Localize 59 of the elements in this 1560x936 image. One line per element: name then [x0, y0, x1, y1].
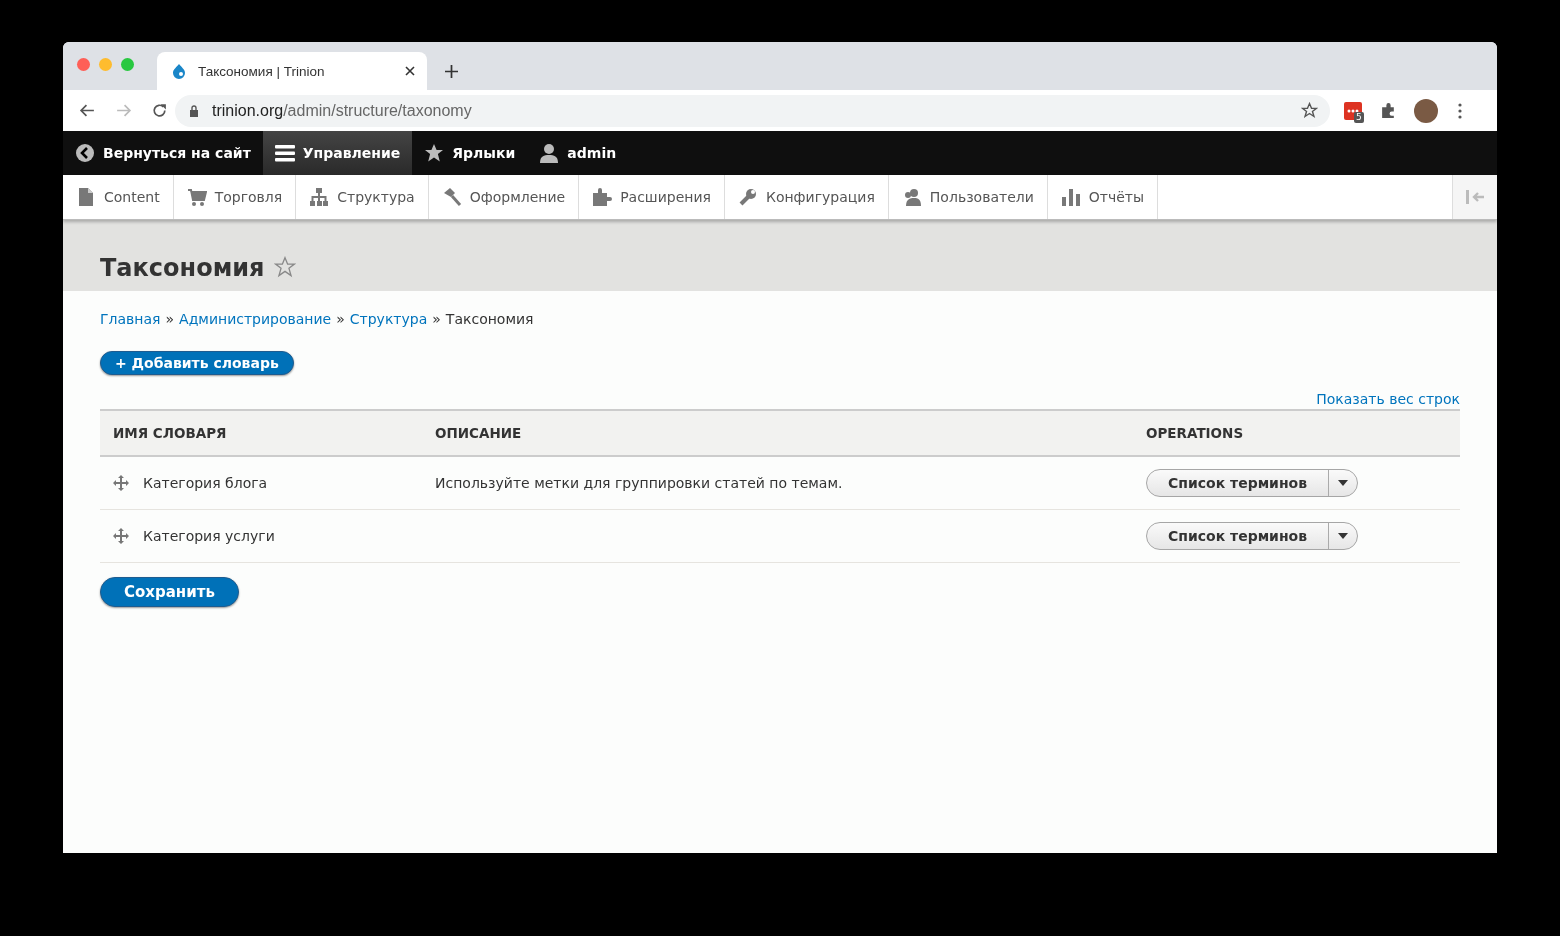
breadcrumb-link[interactable]: Главная: [100, 311, 161, 327]
bookmark-star-icon[interactable]: [1301, 102, 1318, 119]
tray-menu-item[interactable]: Отчёты: [1047, 175, 1159, 219]
hierarchy-icon: [309, 187, 330, 207]
toolbar-item[interactable]: Управление: [262, 131, 413, 175]
back-arrow-icon[interactable]: [79, 102, 96, 119]
drag-handle-icon[interactable]: [113, 475, 129, 491]
menu-icon: [274, 143, 295, 163]
tray-menu-item[interactable]: Расширения: [579, 175, 725, 219]
extension-icon[interactable]: 5: [1344, 101, 1362, 120]
avatar-circle[interactable]: [1414, 98, 1438, 123]
cart-icon: [186, 187, 207, 207]
drag-handle-icon[interactable]: [113, 528, 129, 544]
toolbar-item[interactable]: admin: [527, 131, 629, 175]
breadcrumb-separator: »: [336, 311, 345, 327]
table-cell: Используйте метки для группировки статей по темам.: [435, 475, 843, 491]
tray-menu-item[interactable]: Конфигурация: [724, 175, 889, 219]
tray-menu-item[interactable]: Content: [63, 175, 174, 219]
address-field[interactable]: trinion.org/admin/structure/taxonomy: [175, 94, 1330, 127]
puzzle-piece-icon[interactable]: [1380, 102, 1397, 119]
lock-icon: [189, 104, 199, 117]
toolbar-item[interactable]: Вернуться на сайт: [63, 131, 263, 175]
save-button[interactable]: Сохранить: [100, 577, 239, 607]
extension-badge: 5: [1354, 111, 1364, 123]
star-icon: [424, 143, 445, 163]
caret-icon: [1338, 480, 1349, 486]
show-row-weights-link[interactable]: Показать вес строк: [1316, 391, 1460, 407]
vocabulary-name: Категория блога: [143, 475, 268, 491]
breadcrumb-separator: »: [165, 311, 175, 327]
tray-menu-item[interactable]: Структура: [296, 175, 429, 219]
drop-logo-icon: [171, 63, 187, 79]
url-text: trinion.org/admin/structure/taxonomy: [212, 101, 473, 120]
wrench-icon: [737, 187, 758, 207]
chevron-left-icon: [75, 143, 95, 163]
caret-icon: [1338, 533, 1349, 539]
new-tab-icon[interactable]: [445, 65, 458, 78]
user-icon: [539, 143, 560, 163]
column-header: ИМЯ СЛОВАРЯ: [112, 425, 228, 441]
toolbar-item[interactable]: Ярлыки: [412, 131, 528, 175]
column-header: ОПИСАНИЕ: [434, 425, 523, 441]
breadcrumb-link[interactable]: Администрирование: [179, 311, 332, 327]
vocabulary-name: Категория услуги: [143, 528, 275, 544]
bar-chart-icon: [1060, 187, 1081, 207]
document-icon: [76, 187, 96, 207]
breadcrumb-separator: »: [432, 311, 441, 327]
close-icon[interactable]: [405, 66, 415, 76]
star-icon[interactable]: [274, 256, 297, 278]
browser-tab[interactable]: Таксономия | Trinion: [157, 52, 427, 90]
breadcrumb-link[interactable]: Структура: [349, 311, 428, 327]
breadcrumb-current: Таксономия: [445, 311, 534, 327]
menu-icon[interactable]: [1458, 102, 1462, 119]
reload-icon[interactable]: [151, 102, 168, 119]
column-header: OPERATIONS: [1145, 425, 1245, 441]
tray-menu-item[interactable]: Торговля: [173, 175, 297, 219]
add-vocabulary-button[interactable]: + Добавить словарь: [100, 351, 294, 375]
tray-menu-item[interactable]: Оформление: [428, 175, 580, 219]
puzzle-piece-icon: [592, 187, 613, 207]
tray-menu-item[interactable]: Пользователи: [888, 175, 1048, 219]
page-title: Таксономия: [100, 252, 265, 284]
